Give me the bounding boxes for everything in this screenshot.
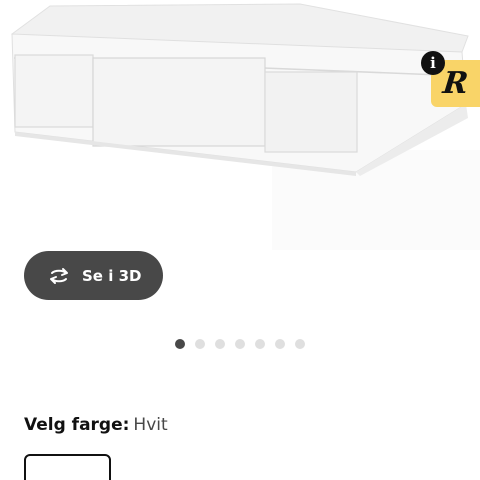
carousel-dot[interactable] — [175, 339, 185, 349]
view-3d-label: Se i 3D — [82, 266, 142, 285]
carousel-dot[interactable] — [275, 339, 285, 349]
logo-badge-letter: R — [441, 66, 470, 101]
carousel-dot[interactable] — [235, 339, 245, 349]
color-value: Hvit — [133, 415, 168, 435]
rotate-3d-icon — [50, 267, 68, 284]
color-selector-label: Velg farge: Hvit — [24, 415, 168, 435]
info-icon[interactable]: i — [421, 51, 445, 75]
view-3d-button[interactable]: Se i 3D — [24, 251, 163, 300]
carousel-dot[interactable] — [215, 339, 225, 349]
carousel-dot[interactable] — [295, 339, 305, 349]
carousel-dot[interactable] — [195, 339, 205, 349]
product-image — [11, 3, 480, 250]
color-label: Velg farge: — [24, 415, 130, 435]
carousel-dot[interactable] — [255, 339, 265, 349]
carousel-dots — [175, 339, 305, 349]
color-swatch-white[interactable] — [24, 454, 111, 480]
